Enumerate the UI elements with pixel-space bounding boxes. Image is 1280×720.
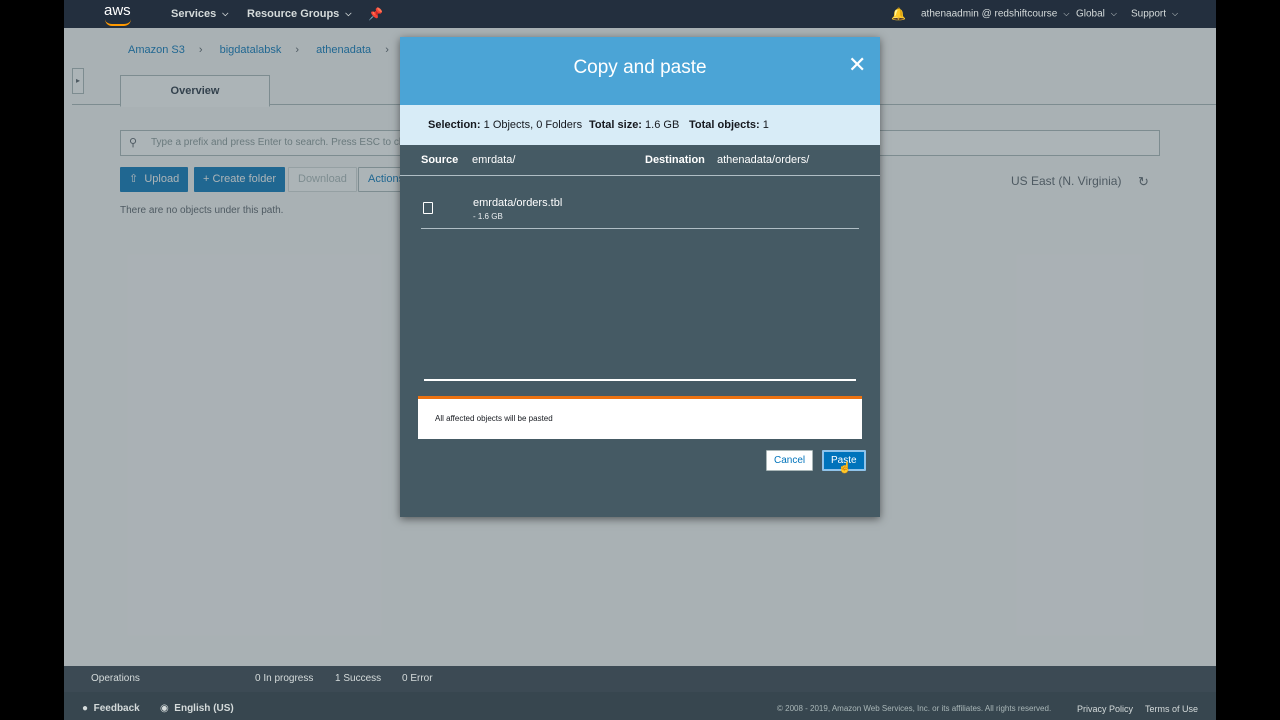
services-menu[interactable]: Services ⌵ — [171, 0, 228, 28]
info-message-text: All affected objects will be pasted — [435, 414, 553, 423]
pin-icon[interactable]: 📌 — [368, 0, 383, 28]
chevron-down-icon: ⌵ — [1172, 9, 1179, 18]
selection-summary: Selection: 1 Objects, 0 Folders Total si… — [400, 105, 880, 145]
language-selector[interactable]: ◉ English (US) — [160, 692, 234, 720]
selection-label: Selection: — [428, 119, 481, 131]
destination-value: athenadata/orders/ — [717, 154, 810, 166]
operations-label[interactable]: Operations — [91, 666, 140, 692]
chevron-down-icon: ⌵ — [222, 9, 229, 19]
destination-label: Destination — [645, 154, 705, 166]
support-menu[interactable]: Support ⌵ — [1131, 0, 1178, 28]
footer: ● Feedback ◉ English (US) © 2008 - 2019,… — [64, 692, 1216, 720]
operations-bar: Operations 0 In progress 1 Success 0 Err… — [64, 666, 1216, 692]
progress-bar — [424, 379, 856, 381]
file-size: - 1.6 GB — [473, 212, 503, 221]
support-label: Support — [1131, 8, 1167, 20]
close-icon[interactable]: ✕ — [848, 54, 866, 76]
modal-title: Copy and paste — [573, 57, 707, 78]
resource-groups-menu[interactable]: Resource Groups ⌵ — [247, 0, 351, 28]
objects-label: Total objects: — [689, 119, 760, 131]
chevron-down-icon: ⌵ — [1110, 9, 1117, 18]
copy-paste-modal: Copy and paste ✕ Selection: 1 Objects, 0… — [400, 37, 880, 517]
list-item: emrdata/orders.tbl - 1.6 GB — [421, 192, 859, 229]
feedback-label: Feedback — [93, 703, 140, 714]
size-value: 1.6 GB — [645, 119, 680, 131]
aws-logo-smile-icon — [105, 19, 131, 26]
globe-icon: ◉ — [160, 703, 169, 714]
chevron-down-icon: ⌵ — [345, 9, 352, 19]
file-name: emrdata/orders.tbl — [473, 197, 563, 209]
privacy-policy-link[interactable]: Privacy Policy — [1077, 692, 1133, 720]
aws-logo[interactable]: aws — [104, 2, 131, 19]
chevron-down-icon: ⌵ — [1063, 9, 1070, 18]
chat-bubble-icon: ● — [82, 703, 89, 714]
size-summary-item: Total size: 1.6 GB — [589, 105, 679, 145]
source-value: emrdata/ — [472, 154, 516, 166]
file-icon — [423, 202, 433, 214]
operations-in-progress[interactable]: 0 In progress — [255, 666, 313, 692]
services-label: Services — [171, 8, 217, 20]
top-nav: aws Services ⌵ Resource Groups ⌵ 📌 🔔 athen… — [64, 0, 1216, 28]
language-label: English (US) — [174, 703, 234, 714]
region-menu[interactable]: Global ⌵ — [1076, 0, 1117, 28]
cancel-button[interactable]: Cancel — [766, 450, 814, 471]
source-destination-header: Source emrdata/ Destination athenadata/o… — [400, 145, 880, 176]
feedback-link[interactable]: ● Feedback — [82, 692, 140, 720]
copyright-text: © 2008 - 2019, Amazon Web Services, Inc.… — [777, 704, 1052, 713]
account-menu[interactable]: athenaadmin @ redshiftcourse ⌵ — [921, 0, 1069, 28]
bell-icon[interactable]: 🔔 — [891, 0, 906, 28]
objects-value: 1 — [762, 119, 769, 131]
region-menu-label: Global — [1076, 8, 1105, 20]
resource-groups-label: Resource Groups — [247, 8, 340, 20]
operations-error[interactable]: 0 Error — [402, 666, 433, 692]
source-label: Source — [421, 154, 459, 166]
operations-success[interactable]: 1 Success — [335, 666, 381, 692]
selection-summary-item: Selection: 1 Objects, 0 Folders — [428, 105, 582, 145]
selection-value: 1 Objects, 0 Folders — [483, 119, 583, 131]
modal-header: Copy and paste ✕ — [400, 37, 880, 105]
account-label: athenaadmin @ redshiftcourse — [921, 8, 1058, 20]
size-label: Total size: — [589, 119, 642, 131]
info-message: All affected objects will be pasted — [418, 396, 862, 439]
terms-of-use-link[interactable]: Terms of Use — [1145, 692, 1198, 720]
objects-summary-item: Total objects: 1 — [689, 105, 769, 145]
pointer-cursor-icon: ☝ — [838, 462, 852, 474]
